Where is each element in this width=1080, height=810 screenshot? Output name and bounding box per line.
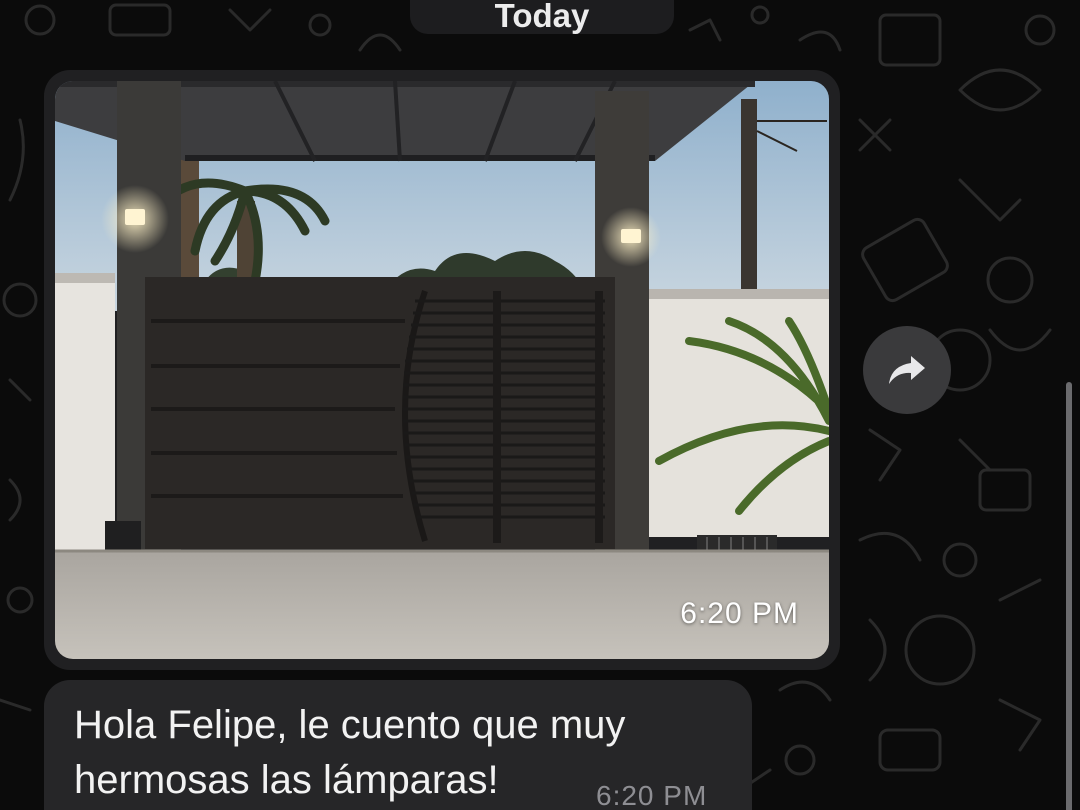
- chat-window: Today 6:20 PM Hola Felipe, le cuento que…: [0, 0, 1080, 810]
- message-timestamp: 6:20 PM: [596, 780, 708, 810]
- date-separator: Today: [410, 0, 674, 34]
- image-message-bubble[interactable]: 6:20 PM: [44, 70, 840, 670]
- image-timestamp: 6:20 PM: [680, 597, 799, 630]
- text-message-bubble[interactable]: Hola Felipe, le cuento que muy hermosas …: [44, 680, 752, 810]
- scrollbar[interactable]: [1066, 382, 1072, 810]
- share-arrow-icon: [889, 356, 925, 384]
- message-photo[interactable]: 6:20 PM: [55, 81, 829, 659]
- forward-button[interactable]: [863, 326, 951, 414]
